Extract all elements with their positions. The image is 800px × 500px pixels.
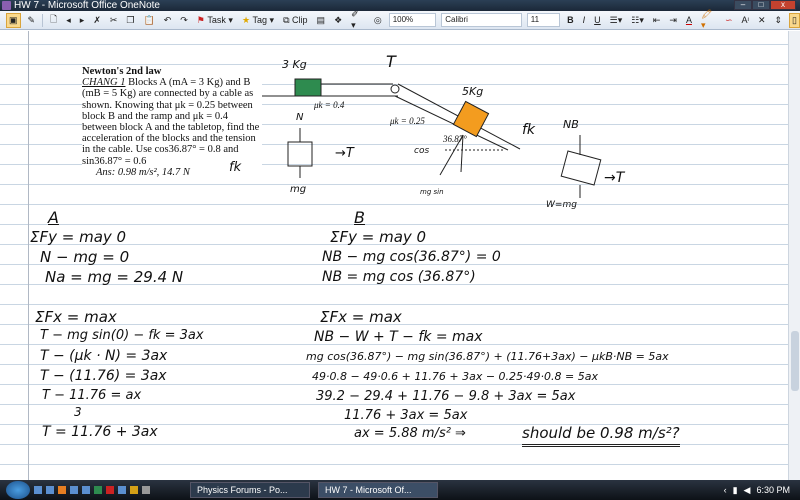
note-line: ΣFy = may 0 xyxy=(30,228,127,246)
app-icon[interactable] xyxy=(142,486,150,494)
note-line: NB = mg cos (36.87°) xyxy=(322,269,476,285)
taskbar: Physics Forums - Po... HW 7 - Microsoft … xyxy=(0,480,800,500)
block-b xyxy=(452,100,490,138)
tension-a-label: →T xyxy=(335,146,354,161)
excel-icon[interactable] xyxy=(94,486,102,494)
tray-expand-icon[interactable]: ‹ xyxy=(724,485,727,495)
note-line: T − 11.76 = ax xyxy=(42,388,142,403)
note-line: Na = mg = 29.4 N xyxy=(45,268,184,286)
firefox-icon[interactable] xyxy=(58,486,66,494)
folder-icon[interactable] xyxy=(130,486,138,494)
netflix-icon[interactable] xyxy=(106,486,114,494)
ie-icon[interactable] xyxy=(46,486,54,494)
note-line: T − (μk · N) = 3ax xyxy=(40,348,168,364)
mass-a-label: 3 Kg xyxy=(282,58,307,71)
block-a xyxy=(294,78,322,97)
cos-label: cos xyxy=(414,146,430,156)
tension-label: T xyxy=(386,52,396,71)
mu-a-label: μk = 0.4 xyxy=(314,100,345,110)
note-line: 11.76 + 3ax = 5ax xyxy=(344,408,468,423)
app-icon[interactable] xyxy=(82,486,90,494)
angle-label: 36.87° xyxy=(443,134,467,144)
task-onenote[interactable]: HW 7 - Microsoft Of... xyxy=(318,482,438,498)
normal-b-label: NB xyxy=(563,118,579,131)
note-line: ax = 5.88 m/s² ⇒ xyxy=(354,426,466,441)
note-line: N − mg = 0 xyxy=(40,248,130,266)
note-line: ΣFy = may 0 xyxy=(330,228,427,246)
app-icon[interactable] xyxy=(70,486,78,494)
note-line: NB − W + T − fk = max xyxy=(314,329,483,345)
block-b-heading: B xyxy=(354,208,365,227)
note-line: T − mg sin(0) − fk = 3ax xyxy=(40,328,204,343)
app-icon[interactable] xyxy=(118,486,126,494)
start-button[interactable] xyxy=(6,481,30,499)
pulley xyxy=(390,84,400,94)
mass-b-label: 5Kg xyxy=(462,85,484,98)
note-line: T − (11.76) = 3ax xyxy=(40,368,167,384)
tension-b-label: →T xyxy=(604,170,625,186)
task-physics-forums[interactable]: Physics Forums - Po... xyxy=(190,482,310,498)
friction-a-label: fk xyxy=(229,160,242,175)
note-line: NB − mg cos(36.87°) = 0 xyxy=(322,249,501,265)
note-line: 3 xyxy=(74,405,82,419)
clock[interactable]: 6:30 PM xyxy=(756,485,790,495)
friction-b-label: fk xyxy=(522,122,536,138)
network-icon[interactable]: ▮ xyxy=(733,485,738,496)
sin-label: mg sin xyxy=(420,188,444,196)
system-tray: ‹ ▮ ◀ 6:30 PM xyxy=(724,485,790,496)
note-line: mg cos(36.87°) − mg sin(36.87°) + (11.76… xyxy=(306,350,669,363)
weight-a-label: mg xyxy=(290,184,307,195)
note-line: ΣFx = max xyxy=(320,308,402,326)
note-line: 49·0.8 − 49·0.6 + 11.76 + 3ax − 0.25·49·… xyxy=(312,370,598,383)
note-question: should be 0.98 m/s²? xyxy=(522,424,680,447)
note-line: ΣFx = max xyxy=(35,308,117,326)
note-line: T = 11.76 + 3ax xyxy=(42,424,158,440)
mu-b-label: μk = 0.25 xyxy=(390,116,425,126)
note-line: 39.2 − 29.4 + 11.76 − 9.8 + 3ax = 5ax xyxy=(316,389,576,404)
block-a-heading: A xyxy=(48,208,59,227)
volume-icon[interactable]: ◀ xyxy=(744,485,751,496)
normal-a-label: N xyxy=(296,112,304,123)
weight-b-label: W=mg xyxy=(546,200,577,210)
show-desktop-icon[interactable] xyxy=(34,486,42,494)
